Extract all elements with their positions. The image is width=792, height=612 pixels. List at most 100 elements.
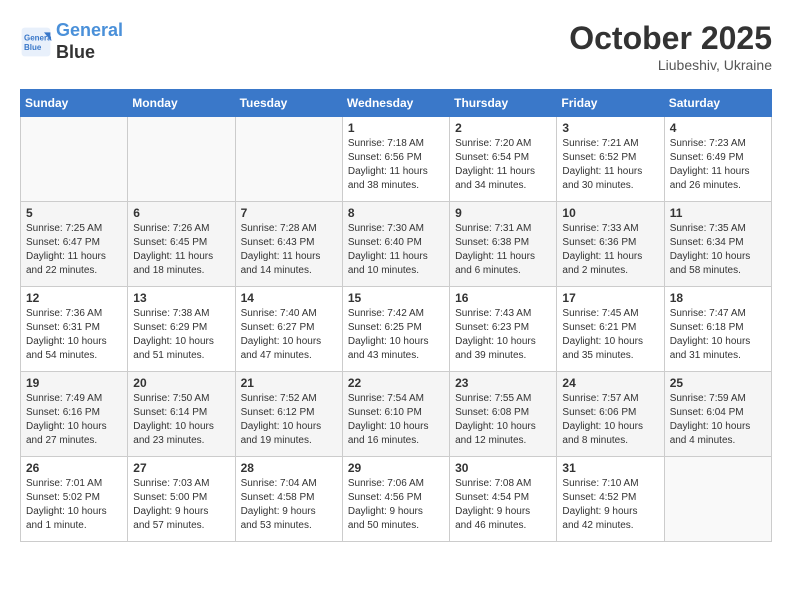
day-cell: 13Sunrise: 7:38 AM Sunset: 6:29 PM Dayli…: [128, 287, 235, 372]
week-row-2: 5 Sunrise: 7:25 AM Sunset: 6:47 PM Daylig…: [21, 202, 772, 287]
day-number: 19: [26, 376, 122, 390]
page-header: General Blue GeneralBlue October 2025 Li…: [20, 20, 772, 73]
logo-icon: General Blue: [20, 26, 52, 58]
day-number: 31: [562, 461, 658, 475]
day-info: Sunrise: 7:21 AM Sunset: 6:52 PM Dayligh…: [562, 137, 658, 193]
day-cell: 18 Sunrise: 7:47 AM Sunset: 6:18 PM Dayli…: [664, 287, 771, 372]
logo: General Blue GeneralBlue: [20, 20, 123, 63]
week-row-1: 1Sunrise: 7:18 AM Sunset: 6:56 PM Daylig…: [21, 117, 772, 202]
day-cell: 17 Sunrise: 7:45 AM Sunset: 6:21 PM Dayli…: [557, 287, 664, 372]
day-info: Sunrise: 7:03 AM Sunset: 5:00 PM Dayligh…: [133, 477, 229, 533]
day-number: 12: [26, 291, 122, 305]
day-cell: 29 Sunrise: 7:06 AM Sunset: 4:56 PM Dayli…: [342, 457, 449, 542]
week-row-4: 19 Sunrise: 7:49 AM Sunset: 6:16 PM Dayli…: [21, 372, 772, 457]
day-number: 20: [133, 376, 229, 390]
day-number: 5: [26, 206, 122, 220]
day-cell: [128, 117, 235, 202]
day-info: Sunrise: 7:40 AM Sunset: 6:27 PM Dayligh…: [241, 307, 337, 363]
day-number: 29: [348, 461, 444, 475]
day-number: 17: [562, 291, 658, 305]
day-number: 25: [670, 376, 766, 390]
day-info: Sunrise: 7:59 AM Sunset: 6:04 PM Dayligh…: [670, 392, 766, 448]
week-row-5: 26Sunrise: 7:01 AM Sunset: 5:02 PM Dayli…: [21, 457, 772, 542]
header-row: SundayMondayTuesdayWednesdayThursdayFrid…: [21, 90, 772, 117]
day-cell: 12 Sunrise: 7:36 AM Sunset: 6:31 PM Dayli…: [21, 287, 128, 372]
day-cell: 25 Sunrise: 7:59 AM Sunset: 6:04 PM Dayli…: [664, 372, 771, 457]
day-cell: 10Sunrise: 7:33 AM Sunset: 6:36 PM Dayli…: [557, 202, 664, 287]
column-header-monday: Monday: [128, 90, 235, 117]
day-cell: 2 Sunrise: 7:20 AM Sunset: 6:54 PM Daylig…: [450, 117, 557, 202]
day-cell: 24Sunrise: 7:57 AM Sunset: 6:06 PM Dayli…: [557, 372, 664, 457]
svg-text:Blue: Blue: [24, 43, 42, 52]
day-cell: 8 Sunrise: 7:30 AM Sunset: 6:40 PM Daylig…: [342, 202, 449, 287]
day-cell: 16 Sunrise: 7:43 AM Sunset: 6:23 PM Dayli…: [450, 287, 557, 372]
day-info: Sunrise: 7:42 AM Sunset: 6:25 PM Dayligh…: [348, 307, 444, 363]
day-cell: 4Sunrise: 7:23 AM Sunset: 6:49 PM Daylig…: [664, 117, 771, 202]
day-info: Sunrise: 7:01 AM Sunset: 5:02 PM Dayligh…: [26, 477, 122, 533]
day-number: 1: [348, 121, 444, 135]
day-info: Sunrise: 7:08 AM Sunset: 4:54 PM Dayligh…: [455, 477, 551, 533]
day-info: Sunrise: 7:55 AM Sunset: 6:08 PM Dayligh…: [455, 392, 551, 448]
day-number: 9: [455, 206, 551, 220]
day-info: Sunrise: 7:06 AM Sunset: 4:56 PM Dayligh…: [348, 477, 444, 533]
day-info: Sunrise: 7:30 AM Sunset: 6:40 PM Dayligh…: [348, 222, 444, 278]
day-info: Sunrise: 7:20 AM Sunset: 6:54 PM Dayligh…: [455, 137, 551, 193]
day-cell: 7Sunrise: 7:28 AM Sunset: 6:43 PM Daylig…: [235, 202, 342, 287]
day-cell: 31 Sunrise: 7:10 AM Sunset: 4:52 PM Dayli…: [557, 457, 664, 542]
day-number: 30: [455, 461, 551, 475]
day-number: 3: [562, 121, 658, 135]
day-number: 18: [670, 291, 766, 305]
logo-text: GeneralBlue: [56, 20, 123, 63]
day-cell: 14 Sunrise: 7:40 AM Sunset: 6:27 PM Dayli…: [235, 287, 342, 372]
day-number: 6: [133, 206, 229, 220]
day-cell: 3 Sunrise: 7:21 AM Sunset: 6:52 PM Daylig…: [557, 117, 664, 202]
day-number: 2: [455, 121, 551, 135]
day-number: 13: [133, 291, 229, 305]
day-cell: [21, 117, 128, 202]
day-info: Sunrise: 7:47 AM Sunset: 6:18 PM Dayligh…: [670, 307, 766, 363]
day-info: Sunrise: 7:52 AM Sunset: 6:12 PM Dayligh…: [241, 392, 337, 448]
day-cell: 21Sunrise: 7:52 AM Sunset: 6:12 PM Dayli…: [235, 372, 342, 457]
day-info: Sunrise: 7:28 AM Sunset: 6:43 PM Dayligh…: [241, 222, 337, 278]
day-cell: 27 Sunrise: 7:03 AM Sunset: 5:00 PM Dayli…: [128, 457, 235, 542]
day-number: 14: [241, 291, 337, 305]
day-info: Sunrise: 7:23 AM Sunset: 6:49 PM Dayligh…: [670, 137, 766, 193]
day-cell: 23 Sunrise: 7:55 AM Sunset: 6:08 PM Dayli…: [450, 372, 557, 457]
day-number: 24: [562, 376, 658, 390]
column-header-wednesday: Wednesday: [342, 90, 449, 117]
day-info: Sunrise: 7:49 AM Sunset: 6:16 PM Dayligh…: [26, 392, 122, 448]
day-cell: 22Sunrise: 7:54 AM Sunset: 6:10 PM Dayli…: [342, 372, 449, 457]
day-info: Sunrise: 7:43 AM Sunset: 6:23 PM Dayligh…: [455, 307, 551, 363]
day-info: Sunrise: 7:36 AM Sunset: 6:31 PM Dayligh…: [26, 307, 122, 363]
day-number: 27: [133, 461, 229, 475]
day-cell: 30 Sunrise: 7:08 AM Sunset: 4:54 PM Dayli…: [450, 457, 557, 542]
month-title: October 2025: [569, 20, 772, 57]
day-cell: 26Sunrise: 7:01 AM Sunset: 5:02 PM Dayli…: [21, 457, 128, 542]
day-info: Sunrise: 7:50 AM Sunset: 6:14 PM Dayligh…: [133, 392, 229, 448]
title-block: October 2025 Liubeshiv, Ukraine: [569, 20, 772, 73]
day-info: Sunrise: 7:33 AM Sunset: 6:36 PM Dayligh…: [562, 222, 658, 278]
day-info: Sunrise: 7:54 AM Sunset: 6:10 PM Dayligh…: [348, 392, 444, 448]
day-cell: 5 Sunrise: 7:25 AM Sunset: 6:47 PM Daylig…: [21, 202, 128, 287]
day-cell: 28 Sunrise: 7:04 AM Sunset: 4:58 PM Dayli…: [235, 457, 342, 542]
day-number: 8: [348, 206, 444, 220]
day-info: Sunrise: 7:25 AM Sunset: 6:47 PM Dayligh…: [26, 222, 122, 278]
day-cell: 15 Sunrise: 7:42 AM Sunset: 6:25 PM Dayli…: [342, 287, 449, 372]
day-number: 28: [241, 461, 337, 475]
day-cell: 11Sunrise: 7:35 AM Sunset: 6:34 PM Dayli…: [664, 202, 771, 287]
day-info: Sunrise: 7:45 AM Sunset: 6:21 PM Dayligh…: [562, 307, 658, 363]
day-info: Sunrise: 7:10 AM Sunset: 4:52 PM Dayligh…: [562, 477, 658, 533]
column-header-tuesday: Tuesday: [235, 90, 342, 117]
day-cell: 1Sunrise: 7:18 AM Sunset: 6:56 PM Daylig…: [342, 117, 449, 202]
day-number: 15: [348, 291, 444, 305]
day-info: Sunrise: 7:04 AM Sunset: 4:58 PM Dayligh…: [241, 477, 337, 533]
day-cell: 19 Sunrise: 7:49 AM Sunset: 6:16 PM Dayli…: [21, 372, 128, 457]
day-number: 11: [670, 206, 766, 220]
location-subtitle: Liubeshiv, Ukraine: [569, 57, 772, 73]
day-cell: 6Sunrise: 7:26 AM Sunset: 6:45 PM Daylig…: [128, 202, 235, 287]
day-number: 23: [455, 376, 551, 390]
day-cell: [664, 457, 771, 542]
calendar-table: SundayMondayTuesdayWednesdayThursdayFrid…: [20, 89, 772, 542]
day-cell: 9Sunrise: 7:31 AM Sunset: 6:38 PM Daylig…: [450, 202, 557, 287]
day-number: 16: [455, 291, 551, 305]
